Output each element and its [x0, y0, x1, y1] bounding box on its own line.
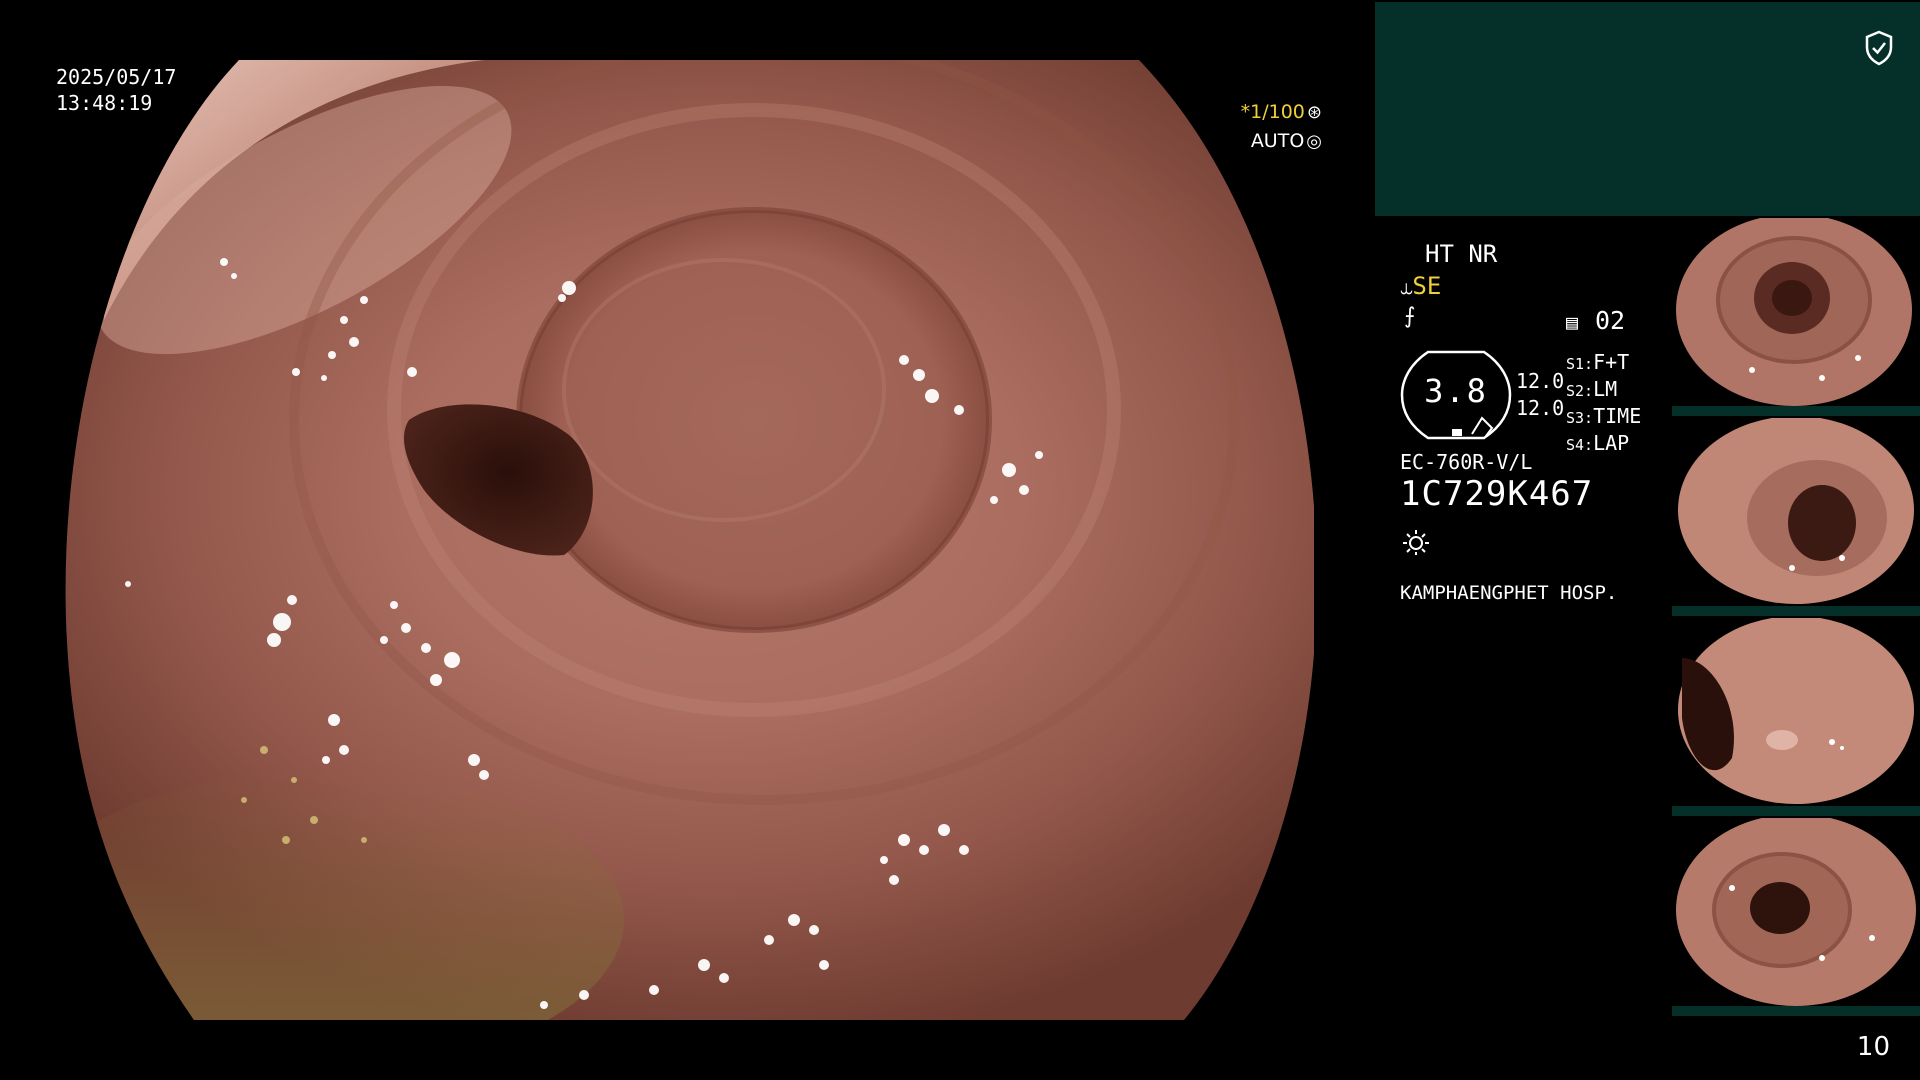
shutter-speed-text: *1/100 — [1240, 101, 1305, 123]
page-number-text: 10 — [1856, 1032, 1890, 1062]
tone-curve-icon: ⥿ — [1400, 275, 1413, 300]
sharpness-values: 12.0 12.0 — [1516, 368, 1564, 422]
captured-images-strip — [1672, 218, 1920, 1018]
scope-serial-text: 1C729K467 — [1400, 474, 1594, 514]
colon-lumen-image — [64, 60, 1314, 1020]
switch-s4: S4:LAP — [1566, 431, 1630, 455]
exposure-settings: *1/100 ⊛ AUTO ◎ — [1241, 98, 1322, 156]
switch-s3: S3:TIME — [1566, 404, 1642, 428]
light-source-icon — [1403, 530, 1429, 555]
mode-number-text: 02 — [1595, 306, 1626, 335]
enhance-text: HT NR — [1425, 240, 1498, 268]
captured-thumbnail-2[interactable] — [1672, 418, 1920, 618]
captured-thumbnail-3[interactable] — [1672, 618, 1920, 818]
gamma-icon: ⨍ — [1404, 304, 1416, 329]
shutter-icon: ⊛ — [1306, 102, 1322, 123]
captured-thumbnail-1[interactable] — [1672, 218, 1920, 418]
iris-icon: ◎ — [1306, 131, 1322, 152]
switch-s1: S1:F+T — [1566, 350, 1630, 374]
exposure-mode-text: AUTO — [1250, 130, 1305, 152]
structure-enhance-row: ⥿SE — [1400, 272, 1441, 300]
zoom-value-text: 3.8 — [1424, 372, 1488, 410]
sharpness-1-text: 12.0 — [1516, 369, 1565, 393]
date-time-display: 2025/05/17 13:48:19 — [56, 64, 176, 116]
date-text: 2025/05/17 — [56, 65, 177, 89]
captured-thumbnail-4[interactable] — [1672, 818, 1920, 1018]
scope-model-text: EC-760R-V/L — [1400, 450, 1533, 474]
hospital-name-text: KAMPHAENGPHET HOSP. — [1400, 582, 1618, 604]
capture-header-panel — [1375, 2, 1920, 216]
switch-s2: S2:LM — [1566, 377, 1618, 401]
scope-switch-assignments: S1:F+T S2:LM S3:TIME S4:LAP — [1566, 350, 1641, 458]
shield-check-icon — [1865, 30, 1893, 66]
structure-enhance-text: SE — [1412, 272, 1442, 300]
endoscopic-main-view — [64, 60, 1314, 1020]
zoom-indicator: 3.8 — [1400, 350, 1512, 440]
time-text: 13:48:19 — [56, 91, 153, 115]
sharpness-2-text: 12.0 — [1516, 396, 1565, 420]
mode-icon: ▤ — [1566, 310, 1579, 334]
